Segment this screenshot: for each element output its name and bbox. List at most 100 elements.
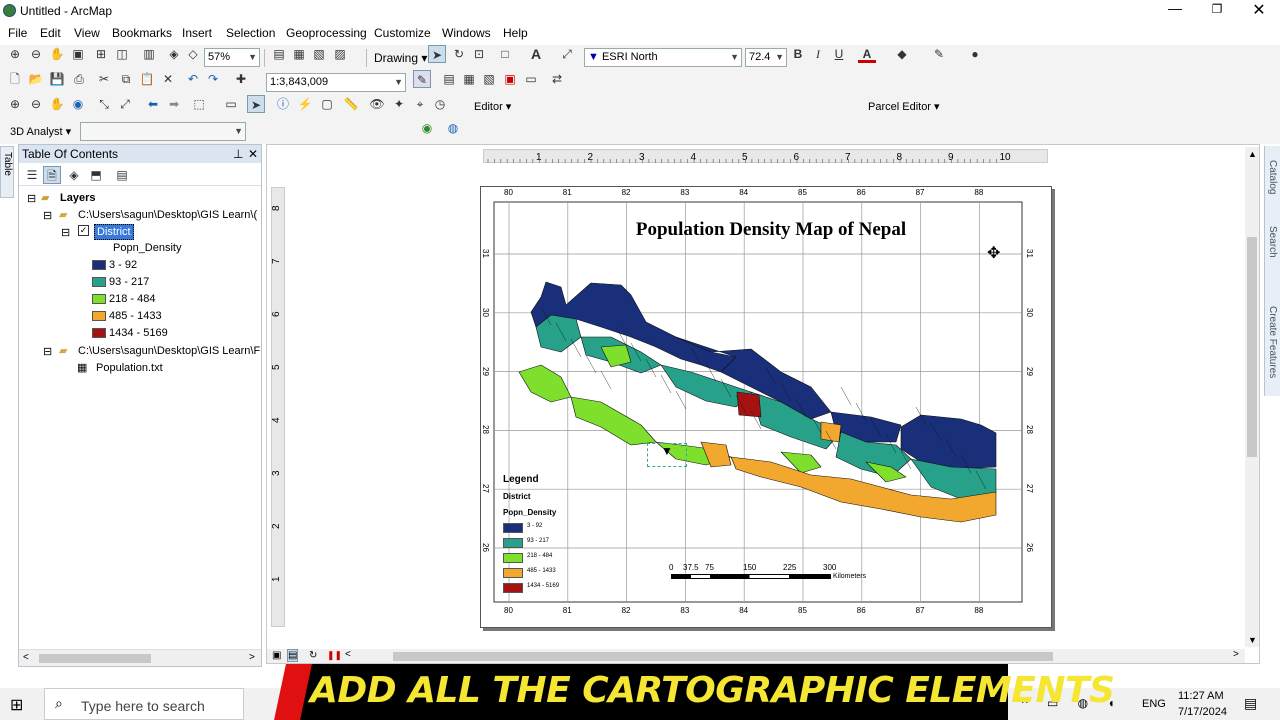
close-button[interactable]: ✕ [1250, 0, 1268, 20]
print-icon[interactable]: ⎙ [70, 70, 88, 88]
menu-file[interactable]: File [8, 26, 27, 40]
zoom-out-icon[interactable]: ⊖ [27, 95, 45, 113]
toc-close-icon[interactable]: ✕ [248, 145, 258, 163]
district-visibility-checkbox[interactable]: ✓ [78, 225, 89, 236]
legend-swatch-1[interactable] [92, 260, 106, 270]
zoom-in-icon[interactable]: ⊕ [6, 95, 24, 113]
population-table[interactable]: Population.txt [96, 362, 163, 374]
zoom-in-page-icon[interactable]: ⊕ [6, 45, 24, 63]
notifications-icon[interactable]: ▤ [1244, 695, 1257, 712]
menu-customize[interactable]: Customize [374, 26, 431, 40]
underline-button[interactable]: U [830, 45, 848, 63]
horizontal-scrollbar[interactable]: ▣ ▤ ↻ ❚❚ < > [267, 649, 1245, 663]
list-by-source-icon[interactable]: 🗎 [43, 166, 61, 184]
fixed-zoom-icon[interactable]: ◫ [113, 45, 131, 63]
arctoolbox-icon[interactable]: ▣ [501, 70, 519, 88]
editor-toolbar-icon[interactable]: ✎ [413, 70, 431, 88]
legend-swatch-4[interactable] [92, 311, 106, 321]
pause-drawing-icon[interactable]: ❚❚ [327, 650, 342, 661]
select-elements-icon[interactable]: ➤ [428, 45, 446, 63]
menu-edit[interactable]: Edit [40, 26, 61, 40]
windows-start-icon[interactable]: ⊞ [10, 695, 23, 715]
time-slider-icon[interactable]: ◷ [431, 95, 449, 113]
toggle-draft-icon[interactable]: ▤ [270, 45, 288, 63]
pin-icon[interactable]: ⊥ [233, 145, 243, 163]
layers-label[interactable]: Layers [60, 192, 95, 204]
paste-icon[interactable]: 📋 [138, 70, 156, 88]
menu-selection[interactable]: Selection [226, 26, 275, 40]
full-extent-icon[interactable]: ◉ [69, 95, 87, 113]
map-legend[interactable]: Legend District Popn_Density 3 - 92 93 -… [503, 474, 613, 594]
map-scale-select[interactable]: 1:3,843,009 ▼ [266, 73, 406, 92]
workspace-path-1[interactable]: C:\Users\sagun\Desktop\GIS Learn\( [78, 209, 260, 221]
expand-layers-icon[interactable]: ⊟ [27, 192, 36, 205]
legend-swatch-5[interactable] [92, 328, 106, 338]
find-icon[interactable]: 👁 [368, 95, 386, 113]
scroll-thumb[interactable] [39, 654, 151, 663]
clock-time[interactable]: 11:27 AM [1178, 690, 1224, 702]
3d-analyst-menu[interactable]: 3D Analyst ▾ [10, 125, 71, 138]
open-icon[interactable]: 📂 [27, 70, 45, 88]
list-by-drawing-order-icon[interactable]: ☰ [23, 166, 41, 184]
menu-insert[interactable]: Insert [182, 26, 212, 40]
parcel-editor-menu[interactable]: Parcel Editor ▾ [868, 100, 940, 113]
search-window-icon[interactable]: ▧ [480, 70, 498, 88]
workspace-path-2[interactable]: C:\Users\sagun\Desktop\GIS Learn\F [78, 345, 260, 357]
model-builder-icon[interactable]: ⇄ [548, 70, 566, 88]
legend-swatch-2[interactable] [92, 277, 106, 287]
forward-extent-icon[interactable]: ◇ [184, 45, 202, 63]
fixed-zoom-in-icon[interactable]: ⤡ [95, 95, 113, 113]
add-data-icon[interactable]: ✚ [232, 70, 250, 88]
zoom-whole-page-icon[interactable]: ▣ [69, 45, 87, 63]
maximize-button[interactable]: ❐ [1208, 2, 1226, 16]
analyst-layer-select[interactable]: ▼ [80, 122, 246, 141]
font-color-icon[interactable]: A [858, 45, 876, 63]
copy-icon[interactable]: ⧉ [117, 70, 135, 88]
globe-icon[interactable]: ◉ [418, 119, 436, 137]
data-driven-icon[interactable]: ▨ [331, 45, 349, 63]
v-scroll-thumb[interactable] [1247, 237, 1257, 457]
zoom-percent-select[interactable]: 57% ▼ [204, 48, 260, 67]
toc-horizontal-scrollbar[interactable]: < > [19, 649, 261, 666]
district-layer-name[interactable]: District [94, 224, 134, 240]
create-features-tab[interactable]: Create Features [1267, 306, 1278, 378]
fixed-zoom-out-icon[interactable]: ⤢ [116, 95, 134, 113]
menu-view[interactable]: View [74, 26, 100, 40]
cut-icon[interactable]: ✂ [95, 70, 113, 88]
rotate-icon[interactable]: ↻ [450, 45, 468, 63]
language-indicator[interactable]: ENG [1142, 698, 1166, 710]
change-layout-icon[interactable]: ▧ [310, 45, 328, 63]
zoom-selected-icon[interactable]: ⊡ [470, 45, 488, 63]
drawing-menu[interactable]: Drawing ▾ [374, 51, 427, 65]
menu-bookmarks[interactable]: Bookmarks [112, 26, 172, 40]
rectangle-icon[interactable]: □ [496, 45, 514, 63]
new-text-icon[interactable]: A [527, 45, 545, 63]
marker-color-icon[interactable]: ● [966, 45, 984, 63]
menu-geoprocessing[interactable]: Geoprocessing [286, 26, 367, 40]
italic-button[interactable]: I [809, 45, 827, 63]
identify-icon[interactable]: ⓘ [274, 95, 292, 113]
catalog-tab[interactable]: Catalog [1267, 160, 1278, 194]
redo-icon[interactable]: ↷ [204, 70, 222, 88]
clock-date[interactable]: 7/17/2024 [1178, 706, 1227, 718]
scale-bar[interactable]: 0 37.5 75 150 225 300 Kilometers [667, 563, 887, 589]
map-title[interactable]: Population Density Map of Nepal [581, 219, 961, 241]
undo-icon[interactable]: ↶ [184, 70, 202, 88]
find-route-icon[interactable]: ✦ [390, 95, 408, 113]
page-extent-icon[interactable]: ▥ [140, 45, 158, 63]
clear-selection-icon[interactable]: ▭ [222, 95, 240, 113]
taskbar-search-box[interactable]: ⌕ Type here to search [44, 688, 244, 720]
select-features-icon[interactable]: ⬚ [190, 95, 208, 113]
font-size-select[interactable]: 72.4 ▼ [745, 48, 787, 67]
layout-page[interactable]: Population Density Map of Nepal 80 80 81 81… [480, 186, 1052, 628]
back-extent-icon[interactable]: ◈ [165, 45, 183, 63]
save-icon[interactable]: 💾 [48, 70, 66, 88]
expand-district-icon[interactable]: ⊟ [61, 226, 70, 239]
bold-button[interactable]: B [789, 45, 807, 63]
list-by-visibility-icon[interactable]: ◈ [65, 166, 83, 184]
pan-icon[interactable]: ✋ [48, 95, 66, 113]
h-scroll-thumb[interactable] [393, 652, 1053, 661]
draw-line-icon[interactable]: ⤢ [558, 45, 576, 63]
focus-frame-icon[interactable]: ▦ [290, 45, 308, 63]
expand-path2-icon[interactable]: ⊟ [43, 345, 52, 358]
